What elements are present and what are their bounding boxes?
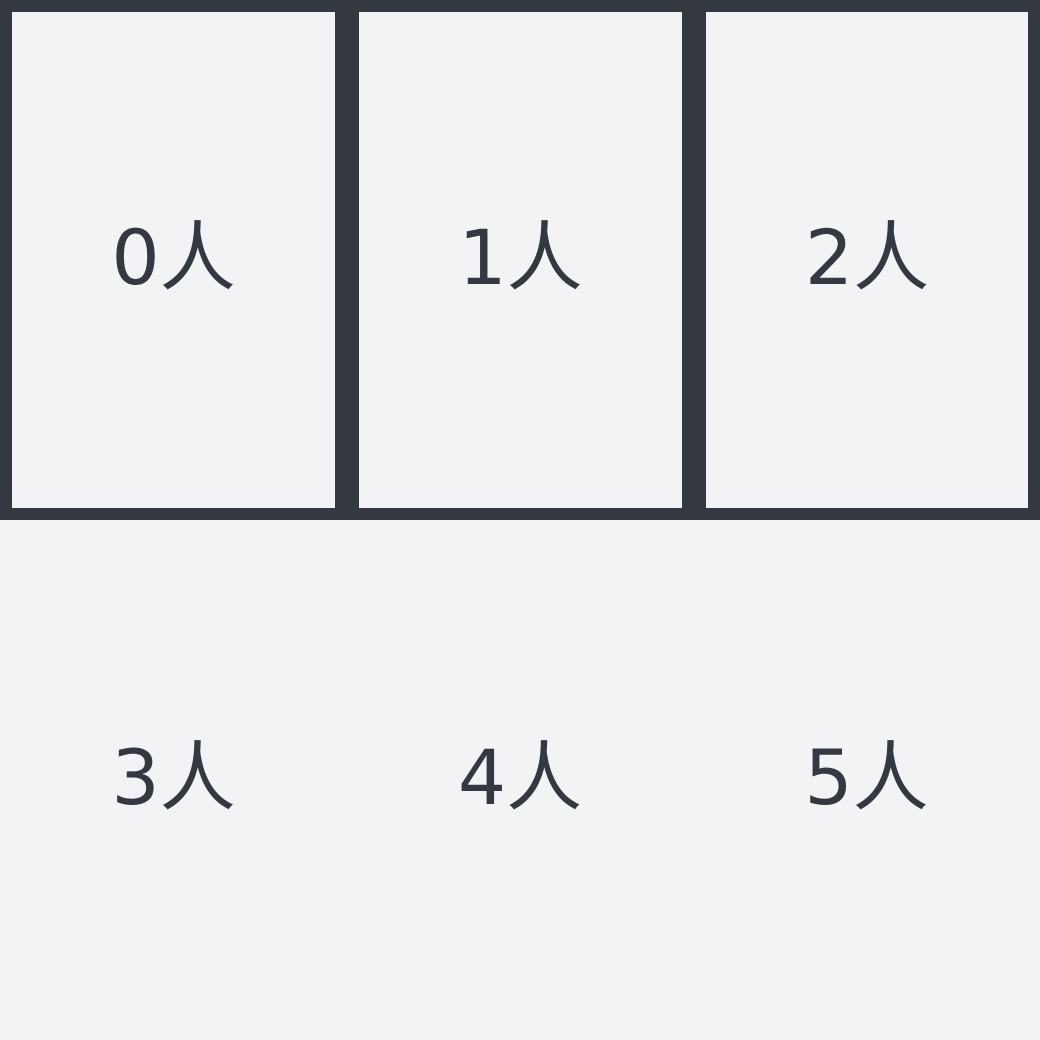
people-option-5[interactable]: 5人	[693, 520, 1040, 1040]
people-count-grid: 0人 1人 2人 3人 4人 5人	[0, 0, 1040, 1040]
people-option-1[interactable]: 1人	[359, 12, 682, 508]
people-option-label: 5人	[804, 733, 929, 822]
people-option-4[interactable]: 4人	[347, 520, 693, 1040]
people-count-screen: 0人 1人 2人 3人 4人 5人	[0, 0, 1040, 1040]
people-option-label: 1人	[458, 213, 583, 302]
people-option-label: 0人	[111, 213, 236, 302]
people-option-label: 2人	[804, 213, 930, 302]
people-option-2[interactable]: 2人	[706, 12, 1028, 508]
people-option-label: 4人	[457, 733, 583, 822]
people-option-0[interactable]: 0人	[12, 12, 335, 508]
people-option-3[interactable]: 3人	[0, 520, 347, 1040]
people-option-label: 3人	[111, 733, 236, 822]
